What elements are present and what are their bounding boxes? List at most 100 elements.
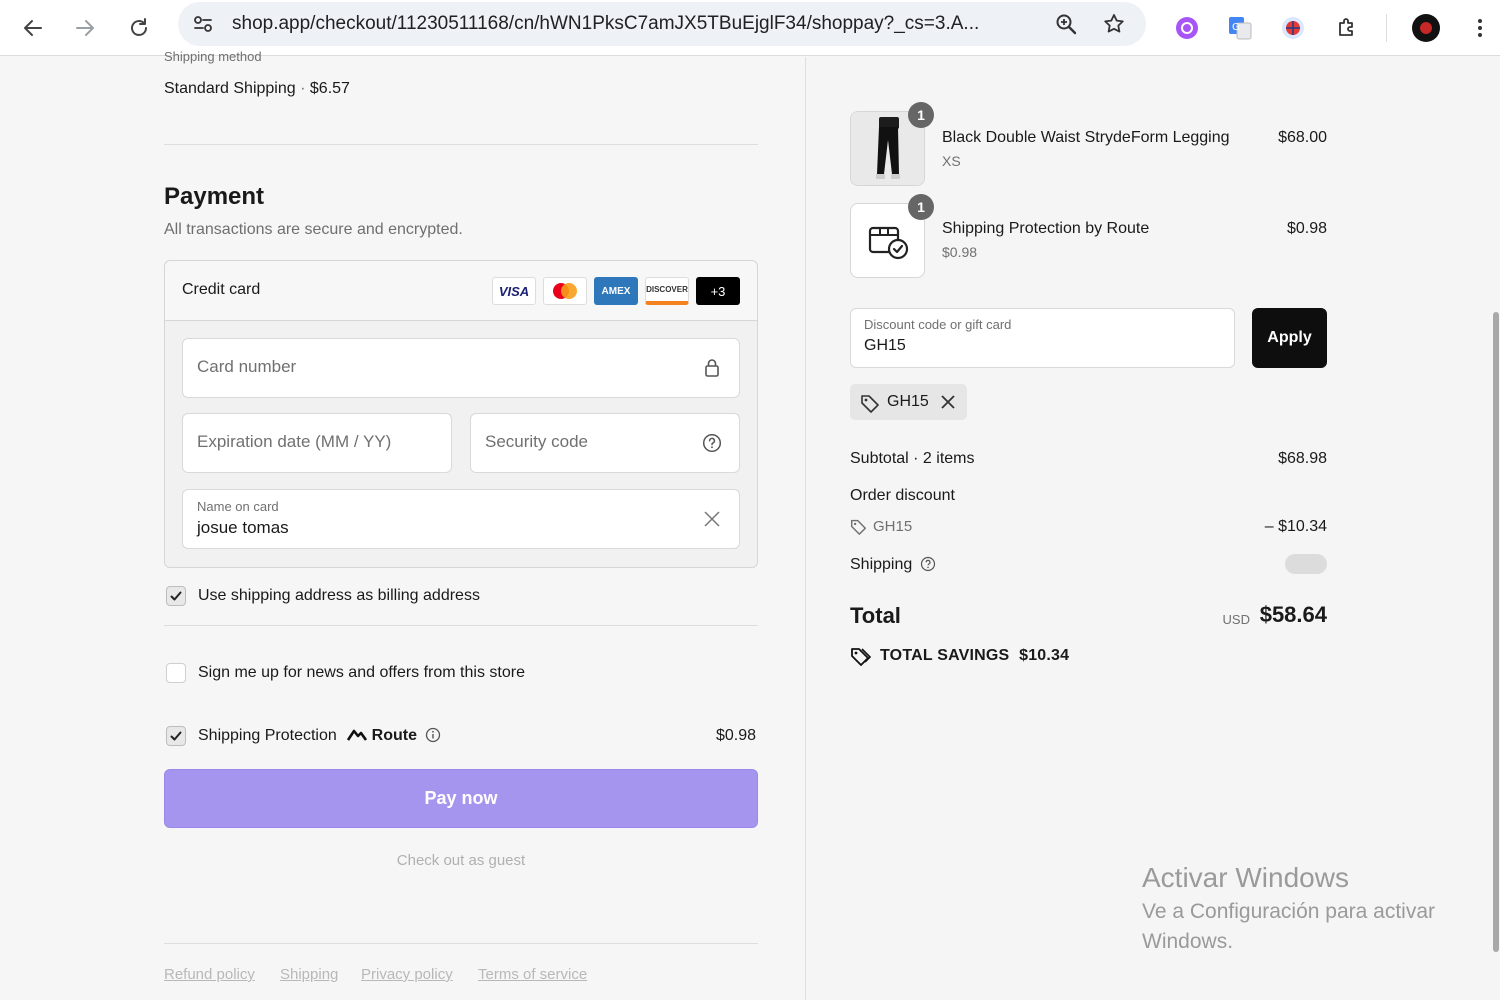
windows-activation-text: Ve a Configuración para activar — [1142, 900, 1436, 923]
total-savings-label: TOTAL SAVINGS — [880, 647, 1010, 664]
order-discount-code: GH15 — [873, 518, 913, 535]
shipping-protection-checkbox[interactable] — [166, 726, 186, 746]
subtotal-value: $68.98 — [1278, 450, 1327, 467]
shipping-method-price: $6.57 — [309, 80, 350, 97]
payment-heading: Payment — [164, 183, 265, 210]
scrollbar[interactable] — [1492, 57, 1500, 1000]
amex-logo: AMEX — [594, 277, 638, 305]
order-summary: 1 Black Double Waist StrydeForm Legging … — [805, 57, 1500, 1000]
billing-same-checkbox[interactable] — [166, 586, 186, 606]
clear-icon[interactable] — [701, 508, 723, 530]
checkout-main: Shipping method Standard Shipping · $6.5… — [0, 49, 804, 1000]
newsletter-checkbox[interactable] — [166, 663, 186, 683]
shipping-method-label: Shipping method — [164, 49, 262, 64]
discount-code-field[interactable]: Discount code or gift card GH15 — [850, 308, 1235, 368]
card-number-field[interactable]: Card number — [182, 338, 740, 398]
credit-card-panel: Credit card VISA AMEX DISCOVER +3 Card n… — [164, 260, 758, 568]
help-circle-icon[interactable] — [701, 432, 723, 454]
total-value: $58.64 — [1259, 602, 1327, 627]
address-bar[interactable]: shop.app/checkout/11230511168/cn/hWN1Pks… — [178, 2, 1146, 46]
forward-icon[interactable] — [65, 8, 105, 48]
google-translate-icon[interactable]: G — [1220, 8, 1260, 48]
visa-logo: VISA — [492, 277, 536, 305]
shipping-policy-link[interactable]: Shipping — [280, 966, 338, 983]
item-price: $0.98 — [1286, 220, 1327, 237]
windows-activation-text: Windows. — [1142, 930, 1234, 953]
shipping-method-name: Standard Shipping — [164, 80, 296, 97]
refund-policy-link[interactable]: Refund policy — [164, 966, 255, 983]
shipping-protection-label: Shipping Protection — [198, 727, 337, 744]
payment-subtitle: All transactions are secure and encrypte… — [164, 221, 463, 238]
savings-tag-icon — [850, 646, 872, 671]
mastercard-logo — [543, 277, 587, 305]
name-on-card-field[interactable]: Name on card josue tomas — [182, 489, 740, 549]
bookmark-star-icon[interactable] — [1100, 10, 1128, 38]
order-discount-value: – $10.34 — [1264, 518, 1327, 535]
shipping-protection-row[interactable]: Shipping Protection Route — [198, 727, 441, 748]
total-savings-value: $10.34 — [1019, 647, 1070, 664]
shipping-label: Shipping — [850, 556, 913, 573]
order-discount-label: Order discount — [850, 487, 955, 504]
privacy-policy-link[interactable]: Privacy policy — [361, 966, 453, 983]
total-label: Total — [850, 603, 901, 628]
lock-icon — [701, 357, 723, 379]
site-settings-icon[interactable] — [189, 10, 217, 38]
divider — [164, 625, 758, 626]
menu-kebab-icon[interactable] — [1460, 8, 1500, 48]
terms-of-service-link[interactable]: Terms of service — [478, 966, 587, 983]
windows-activation-title: Activar Windows — [1142, 862, 1349, 893]
back-icon[interactable] — [13, 8, 53, 48]
security-code-field[interactable]: Security code — [470, 413, 740, 473]
newsletter-label[interactable]: Sign me up for news and offers from this… — [198, 664, 525, 682]
profile-avatar[interactable] — [1406, 8, 1446, 48]
reload-icon[interactable] — [119, 8, 159, 48]
credit-card-header[interactable]: Credit card VISA AMEX DISCOVER +3 — [165, 261, 757, 321]
expiration-placeholder: Expiration date (MM / YY) — [197, 432, 392, 451]
toolbar-divider — [1386, 14, 1387, 42]
applied-code: GH15 — [887, 393, 929, 410]
browser-toolbar: shop.app/checkout/11230511168/cn/hWN1Pks… — [0, 0, 1500, 56]
name-on-card-value: josue tomas — [197, 518, 289, 537]
quantity-badge: 1 — [908, 102, 934, 128]
applied-discount-chip: GH15 — [850, 384, 967, 420]
item-name: Black Double Waist StrydeForm Legging — [942, 129, 1230, 146]
subtotal-label: Subtotal · 2 items — [850, 450, 975, 467]
name-on-card-label: Name on card — [197, 499, 279, 514]
help-circle-icon[interactable] — [920, 556, 936, 577]
shipping-separator: · — [300, 80, 306, 97]
credit-card-label: Credit card — [182, 281, 261, 298]
svg-text:G: G — [1232, 22, 1240, 33]
shipping-summary-label: Shipping — [850, 556, 936, 577]
apply-button[interactable]: Apply — [1252, 308, 1327, 368]
shipping-method-summary: Standard Shipping · $6.57 — [164, 80, 350, 98]
route-brand-label: Route — [371, 727, 417, 744]
shipping-protection-price: $0.98 — [716, 727, 757, 744]
billing-same-label[interactable]: Use shipping address as billing address — [198, 587, 480, 605]
tag-icon — [860, 393, 880, 418]
item-name: Shipping Protection by Route — [942, 220, 1150, 237]
checkout-as-guest-link[interactable]: Check out as guest — [164, 852, 758, 869]
route-logo-icon — [347, 728, 368, 747]
remove-discount-icon[interactable] — [940, 394, 956, 415]
divider — [164, 943, 758, 944]
quantity-badge: 1 — [908, 194, 934, 220]
tag-icon — [850, 518, 867, 540]
extensions-puzzle-icon[interactable] — [1327, 8, 1367, 48]
discount-code-label: Discount code or gift card — [864, 317, 1012, 332]
pay-now-button[interactable]: Pay now — [164, 769, 758, 828]
package-check-icon — [867, 222, 911, 267]
extension-purple-icon[interactable] — [1167, 8, 1207, 48]
discount-code-value: GH15 — [864, 337, 906, 354]
scrollbar-thumb[interactable] — [1493, 312, 1499, 952]
info-icon[interactable] — [425, 727, 441, 748]
url-text[interactable]: shop.app/checkout/11230511168/cn/hWN1Pks… — [232, 13, 1032, 35]
currency-code: USD — [1222, 612, 1250, 627]
card-number-placeholder: Card number — [197, 357, 297, 376]
expiration-field[interactable]: Expiration date (MM / YY) — [182, 413, 452, 473]
total-savings: TOTAL SAVINGS $10.34 — [880, 647, 1069, 665]
discover-logo: DISCOVER — [645, 277, 689, 305]
zoom-icon[interactable] — [1052, 10, 1080, 38]
more-brands-badge: +3 — [696, 277, 740, 305]
extension-shield-icon[interactable] — [1273, 8, 1313, 48]
divider — [164, 144, 758, 145]
